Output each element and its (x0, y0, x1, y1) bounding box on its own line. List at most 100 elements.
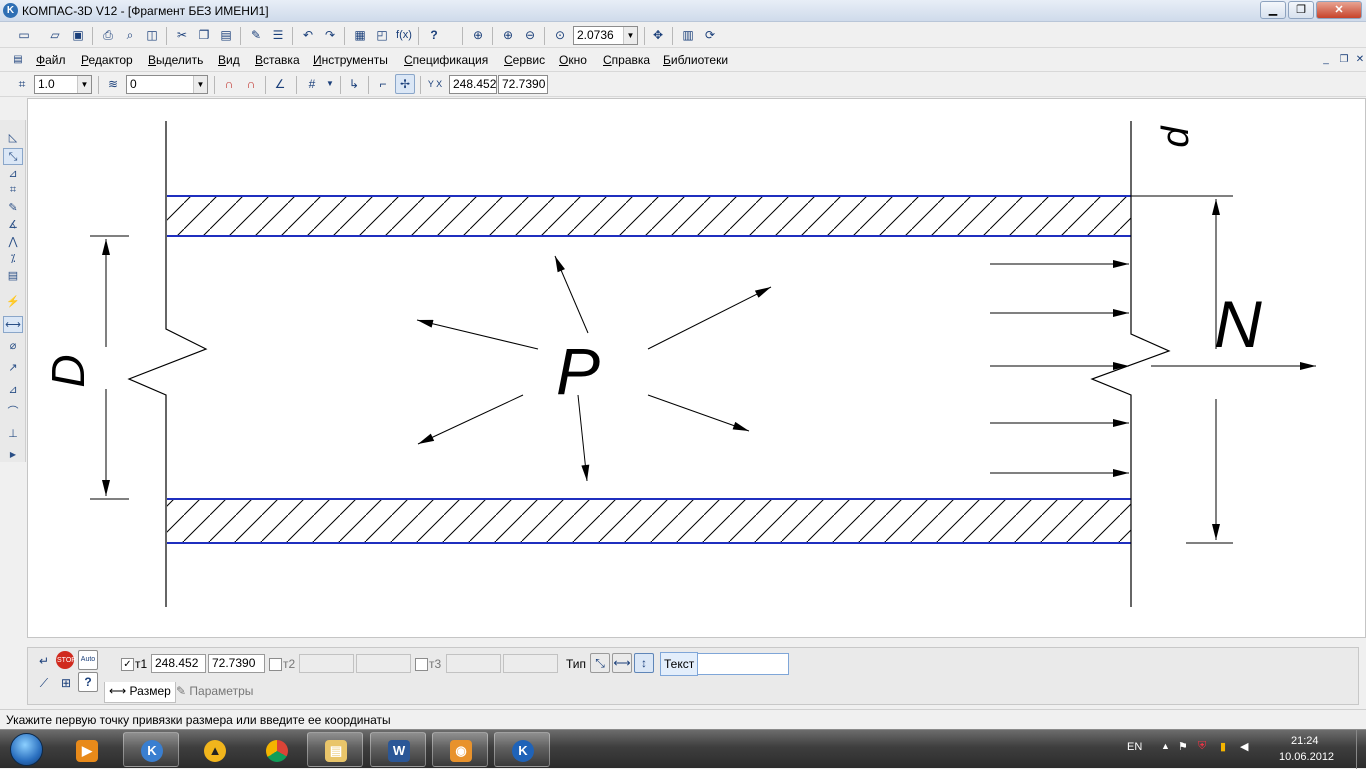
export-icon[interactable]: ◫ (142, 25, 162, 45)
taskbar-photo[interactable]: ◉ (432, 732, 488, 767)
menu-libraries[interactable]: Библиотеки (663, 53, 728, 67)
magnet-icon[interactable]: ∩ (219, 74, 239, 94)
tray-expand-icon[interactable]: ▲ (1161, 741, 1170, 751)
doc-minimize-button[interactable]: _ (1316, 50, 1336, 70)
select-icon[interactable]: ⋀ (3, 234, 23, 251)
save-icon[interactable]: ▣ (68, 25, 88, 45)
tab-params[interactable]: ✎ Параметры (172, 682, 257, 703)
spec-icon[interactable]: ⁒ (3, 251, 23, 268)
language-indicator[interactable]: EN (1127, 741, 1142, 753)
taskbar-explorer[interactable]: ▤ (307, 732, 363, 767)
menu-file[interactable]: Файл (36, 53, 66, 67)
tab-size[interactable]: ⟷ Размер (104, 682, 176, 703)
cursor-x-field[interactable]: 248.452 (449, 75, 497, 94)
round-icon[interactable]: ⌐ (373, 74, 393, 94)
auto-icon[interactable]: Auto (78, 650, 98, 670)
t3-y-field[interactable] (503, 654, 558, 673)
editing-icon[interactable]: ⌗ (3, 182, 23, 199)
t1-y-field[interactable]: 72.7390 (208, 654, 265, 673)
chevron-down-icon[interactable]: ▼ (320, 74, 340, 94)
dim-type-horizontal-icon[interactable]: ⟷ (612, 653, 632, 673)
print-icon[interactable]: ⎙ (98, 25, 118, 45)
t1-x-field[interactable]: 248.452 (151, 654, 206, 673)
undo-icon[interactable]: ↶ (298, 25, 318, 45)
clock-date[interactable]: 10.06.2012 (1279, 751, 1334, 763)
angular-icon[interactable]: ⊿ (3, 382, 23, 399)
document-icon[interactable]: ▤ (8, 50, 28, 70)
ortho-icon[interactable]: ∠ (270, 74, 290, 94)
copy-icon[interactable]: ❐ (194, 25, 214, 45)
t3-checkbox[interactable] (415, 658, 428, 671)
measure-icon[interactable]: ∡ (3, 217, 23, 234)
radial-icon[interactable]: ↗ (3, 360, 23, 377)
taskbar-kompas-old[interactable]: K (123, 732, 179, 767)
brush-icon[interactable]: ✎ (246, 25, 266, 45)
start-button[interactable] (2, 731, 52, 768)
variables-icon[interactable]: ▦ (350, 25, 370, 45)
reports-icon[interactable]: ▤ (3, 268, 23, 285)
menu-service[interactable]: Сервис (504, 53, 545, 67)
pan-icon[interactable]: ✥ (648, 25, 668, 45)
refresh-icon[interactable]: ▥ (678, 25, 698, 45)
chevron-down-icon[interactable]: ▼ (77, 76, 91, 93)
show-desktop-button[interactable] (1356, 730, 1366, 769)
drawing-canvas[interactable]: D d N P (27, 98, 1366, 638)
menu-window[interactable]: Окно (559, 53, 587, 67)
chevron-down-icon[interactable]: ▼ (193, 76, 207, 93)
menu-select[interactable]: Выделить (148, 53, 203, 67)
arc-icon[interactable]: ⌒ (3, 404, 23, 421)
menu-specification[interactable]: Спецификация (404, 53, 488, 67)
taskbar-kompas[interactable]: K (494, 732, 550, 767)
t1-checkbox[interactable]: ✓ (121, 658, 134, 671)
dimension-text-field[interactable] (697, 653, 789, 675)
t2-y-field[interactable] (356, 654, 411, 673)
manager-icon[interactable]: ◰ (372, 25, 392, 45)
properties-icon[interactable]: ☰ (268, 25, 288, 45)
help-icon[interactable]: ? (78, 672, 98, 692)
close-button[interactable]: ✕ (1316, 1, 1362, 19)
new-icon[interactable]: ▭ (14, 25, 34, 45)
local-snap-icon[interactable]: ∩ (241, 74, 261, 94)
grid-step-icon[interactable]: ⌗ (12, 74, 32, 94)
t2-checkbox[interactable] (269, 658, 282, 671)
flag-icon[interactable]: ⚑ (1178, 740, 1188, 753)
menu-view[interactable]: Вид (218, 53, 240, 67)
layers-icon[interactable]: ≋ (103, 74, 123, 94)
leader-icon[interactable]: ⊥ (3, 426, 23, 443)
doc-close-button[interactable]: ✕ (1350, 50, 1366, 70)
network-icon[interactable]: ▮ (1220, 740, 1226, 753)
zoom-scale-icon[interactable]: ⊙ (550, 25, 570, 45)
zoom-in-icon[interactable]: ⊕ (498, 25, 518, 45)
security-icon[interactable]: ⛨ (1198, 740, 1206, 753)
zoom-out-icon[interactable]: ⊖ (520, 25, 540, 45)
taskbar-word[interactable]: W (370, 732, 426, 767)
geometry-icon[interactable]: ◺ (3, 130, 23, 147)
menu-editor[interactable]: Редактор (81, 53, 133, 67)
diameter-icon[interactable]: ⌀ (3, 338, 23, 355)
insert-icon[interactable]: ⚡ (3, 294, 23, 311)
taskbar-media-player[interactable]: ▶ (58, 732, 114, 767)
maximize-button[interactable]: ❐ (1288, 1, 1314, 19)
taskbar-chrome[interactable] (248, 732, 304, 767)
zoom-window-icon[interactable]: ⊕ (468, 25, 488, 45)
dimensions-icon[interactable]: ⤡ (3, 148, 23, 165)
step-combo[interactable]: 1.0 ▼ (34, 75, 92, 94)
open-icon[interactable]: ▱ (45, 25, 65, 45)
layer-combo[interactable]: 0 ▼ (126, 75, 208, 94)
volume-icon[interactable]: ◀ (1240, 740, 1248, 753)
stop-icon[interactable]: STOP (56, 651, 76, 669)
help-pointer-icon[interactable]: ? (424, 25, 444, 45)
linear-dimension-icon[interactable]: ⟷ (3, 316, 23, 333)
minimize-button[interactable]: ▁ (1260, 1, 1286, 19)
clock-time[interactable]: 21:24 (1291, 735, 1319, 747)
local-cs-icon[interactable]: ↳ (344, 74, 364, 94)
cut-icon[interactable]: ✂ (172, 25, 192, 45)
chevron-right-icon[interactable]: ▶ (3, 446, 23, 463)
redo-icon[interactable]: ↷ (320, 25, 340, 45)
snap-grid-icon[interactable]: ⊞ (56, 673, 76, 693)
grid-icon[interactable]: # (302, 74, 322, 94)
dim-type-aligned-icon[interactable]: ⤡ (590, 653, 610, 673)
dim-type-vertical-icon[interactable]: ↕ (634, 653, 654, 673)
zoom-combo[interactable]: 2.0736 ▼ (573, 26, 638, 45)
enter-icon[interactable]: ↵ (34, 651, 54, 671)
